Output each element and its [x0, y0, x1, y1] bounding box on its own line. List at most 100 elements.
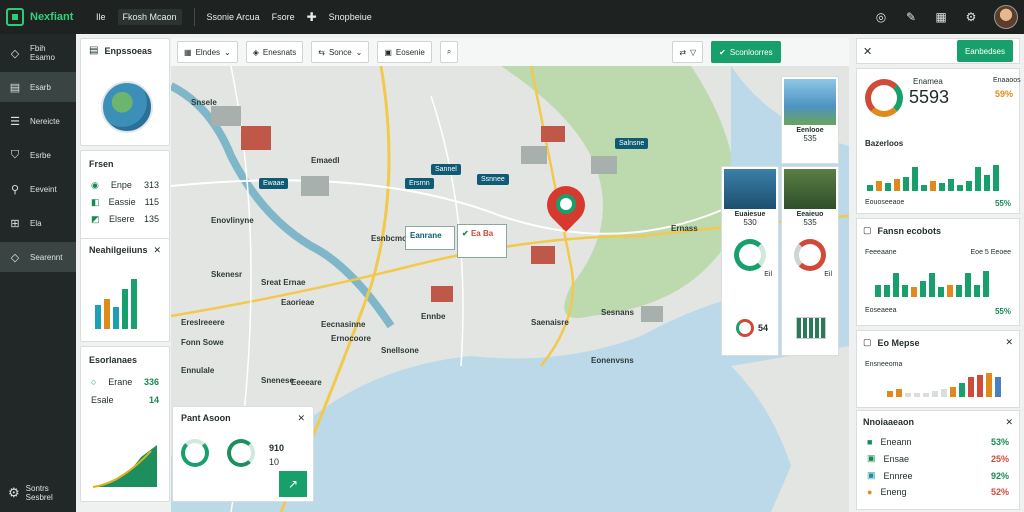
photo-card-c[interactable]: Eeaieuo 535 Eil — [781, 166, 839, 356]
bar — [95, 305, 101, 329]
photo-card-a[interactable]: Eenlooe 535 — [781, 76, 839, 164]
close-icon[interactable]: ✕ — [863, 45, 872, 58]
map-label: Ereslreeere — [181, 318, 225, 327]
nav-item-4[interactable]: Fsore — [272, 12, 295, 22]
chevron-down-icon: ⌄ — [224, 47, 231, 57]
check-icon: ◧ — [91, 197, 100, 207]
nav-item-2[interactable]: Fkosh Mcaon — [117, 9, 182, 25]
map-tag[interactable]: Ersrnn — [405, 178, 434, 189]
popup-left[interactable]: Eanrane — [405, 226, 455, 250]
card-value: 530 — [743, 218, 757, 227]
card-value: 535 — [803, 218, 817, 227]
donut-chart — [227, 439, 255, 467]
trend-card: ▢ Eo Mepse ✕ Ensneeoma — [856, 330, 1020, 408]
bar — [912, 167, 918, 191]
mini-bar-chart — [796, 317, 826, 339]
button-label: Elndes — [195, 47, 221, 57]
close-icon[interactable]: ✕ — [1005, 417, 1013, 428]
bottom-popup-card: Pant Asoon ✕ 910 10 ↗ — [172, 406, 314, 502]
places-button[interactable]: ◈ Enesnats — [245, 41, 304, 63]
map-tag[interactable]: Ssnnee — [477, 174, 509, 185]
metric-value: 5593 — [909, 87, 950, 107]
map-label: Emaedl — [311, 156, 340, 165]
sidebar-item-6[interactable]: ◇ Searennt — [0, 242, 76, 272]
item-value: 92% — [990, 470, 1009, 481]
bar — [902, 285, 908, 297]
list-item[interactable]: ▣ Ensae 25% — [857, 450, 1019, 467]
sidebar-item-4[interactable]: ⚲ Eeveint — [0, 174, 76, 204]
nav-item-1[interactable]: Ile — [96, 12, 106, 22]
grid-icon[interactable]: ▦ — [934, 10, 948, 24]
nav-item-3[interactable]: Ssonie Arcua — [207, 12, 260, 22]
list-item[interactable]: ■ Eneann 53% — [857, 434, 1019, 450]
sidebar-item-0[interactable]: ◇ Fbih Esamo — [0, 38, 76, 68]
list-item[interactable]: ● Eneng 52% — [857, 484, 1019, 500]
card-header: ▤ Enpssoeas — [81, 39, 169, 62]
close-icon[interactable]: ✕ — [153, 245, 161, 256]
bar — [995, 377, 1001, 397]
top-bar: Nexfiant Ile Fkosh Mcaon Ssonie Arcua Fs… — [0, 0, 1024, 34]
sidebar-item-2[interactable]: ☰ Nereicte — [0, 106, 76, 136]
sidebar-label: Fbih Esamo — [30, 44, 55, 62]
bar — [876, 181, 882, 191]
bar — [131, 279, 137, 329]
card-header: ▢ Eo Mepse ✕ — [857, 331, 1019, 354]
bar-chart — [867, 161, 999, 191]
check-icon: ✔ — [462, 229, 469, 238]
export-button[interactable]: Eanbedses — [956, 40, 1013, 62]
route-icon: ⇄ — [679, 47, 687, 57]
row-label: Esale — [91, 395, 114, 405]
route-button[interactable]: ⇄ ▽ — [672, 41, 704, 63]
grid-icon: ⊞ — [10, 217, 20, 230]
right-header: ✕ Eanbedses — [856, 38, 1020, 64]
chart-range: Eoe 5 Eeoee — [970, 249, 1011, 256]
check-icon: ✔ — [719, 47, 726, 57]
sidebar-label: Eeveint — [30, 184, 57, 194]
circle-icon: ○ — [91, 377, 97, 387]
sidebar-bottom[interactable]: ⚙ Sontrs Sesbrel — [8, 484, 53, 502]
card-title: Fansn ecobots — [877, 225, 942, 236]
foot-label: Eoseaeea — [865, 307, 897, 314]
map-tag[interactable]: Ewaae — [259, 178, 289, 189]
close-icon[interactable]: ✕ — [297, 413, 305, 424]
list-card: Nnoiaaeaon ✕ ■ Eneann 53% ▣ Ensae 25% ▣ Ennre… — [856, 410, 1020, 510]
sidebar-item-5[interactable]: ⊞ Ela — [0, 208, 76, 238]
bar — [914, 393, 920, 397]
map-tag[interactable]: Salnsne — [615, 138, 649, 149]
sidebar-item-3[interactable]: ⛉ Esrbe — [0, 140, 76, 170]
nav-item-5[interactable]: Snopbeiue — [329, 12, 372, 22]
popup-right[interactable]: ✔ Ea Ba — [457, 224, 507, 258]
sidebar-label: Ela — [30, 218, 42, 228]
filter-button[interactable]: ▦ Elndes ⌄ — [177, 41, 238, 63]
settings-icon[interactable]: ⚙ — [964, 10, 978, 24]
action-tile[interactable]: ↗ — [279, 471, 307, 497]
map-label: Snenese — [261, 376, 294, 385]
map-label: Snellsone — [381, 346, 419, 355]
close-icon[interactable]: ✕ — [1005, 337, 1013, 348]
pin-icon[interactable]: ✎ — [904, 10, 918, 24]
search-button[interactable]: ⌕ — [439, 41, 459, 63]
shield-icon: ⛉ — [10, 148, 20, 161]
card-title: Neahilgeiiuns — [89, 245, 148, 255]
bar — [104, 299, 110, 329]
bar — [984, 175, 990, 191]
remove-button[interactable]: ▣ Eosenie — [377, 41, 432, 63]
image-icon: ▣ — [384, 47, 392, 57]
source-button[interactable]: ⇆ Sonce ⌄ — [311, 41, 370, 63]
filter-icon: ▽ — [690, 47, 697, 57]
map-tag[interactable]: Sannel — [431, 164, 461, 175]
target-icon[interactable]: ◎ — [874, 10, 888, 24]
list-item[interactable]: ▣ Ennree 92% — [857, 467, 1019, 484]
chart-label: Feeeaane — [865, 249, 897, 256]
photo-card-b[interactable]: Euaiesue 530 Eil 54 — [721, 166, 779, 356]
avatar[interactable] — [994, 5, 1018, 29]
item-value: 53% — [990, 437, 1009, 447]
stats-row: ◩ Elsere 135 — [81, 211, 169, 228]
share-button[interactable]: ✔ Sconloorres — [711, 41, 781, 63]
card-title: Enpssoeas — [104, 45, 152, 56]
card-title: Eo Mepse — [877, 337, 920, 348]
brand[interactable]: Nexfiant — [0, 8, 96, 26]
sidebar-item-1[interactable]: ▤ Esarb — [0, 72, 76, 102]
bar — [956, 285, 962, 297]
plus-icon[interactable]: ✚ — [307, 10, 317, 24]
